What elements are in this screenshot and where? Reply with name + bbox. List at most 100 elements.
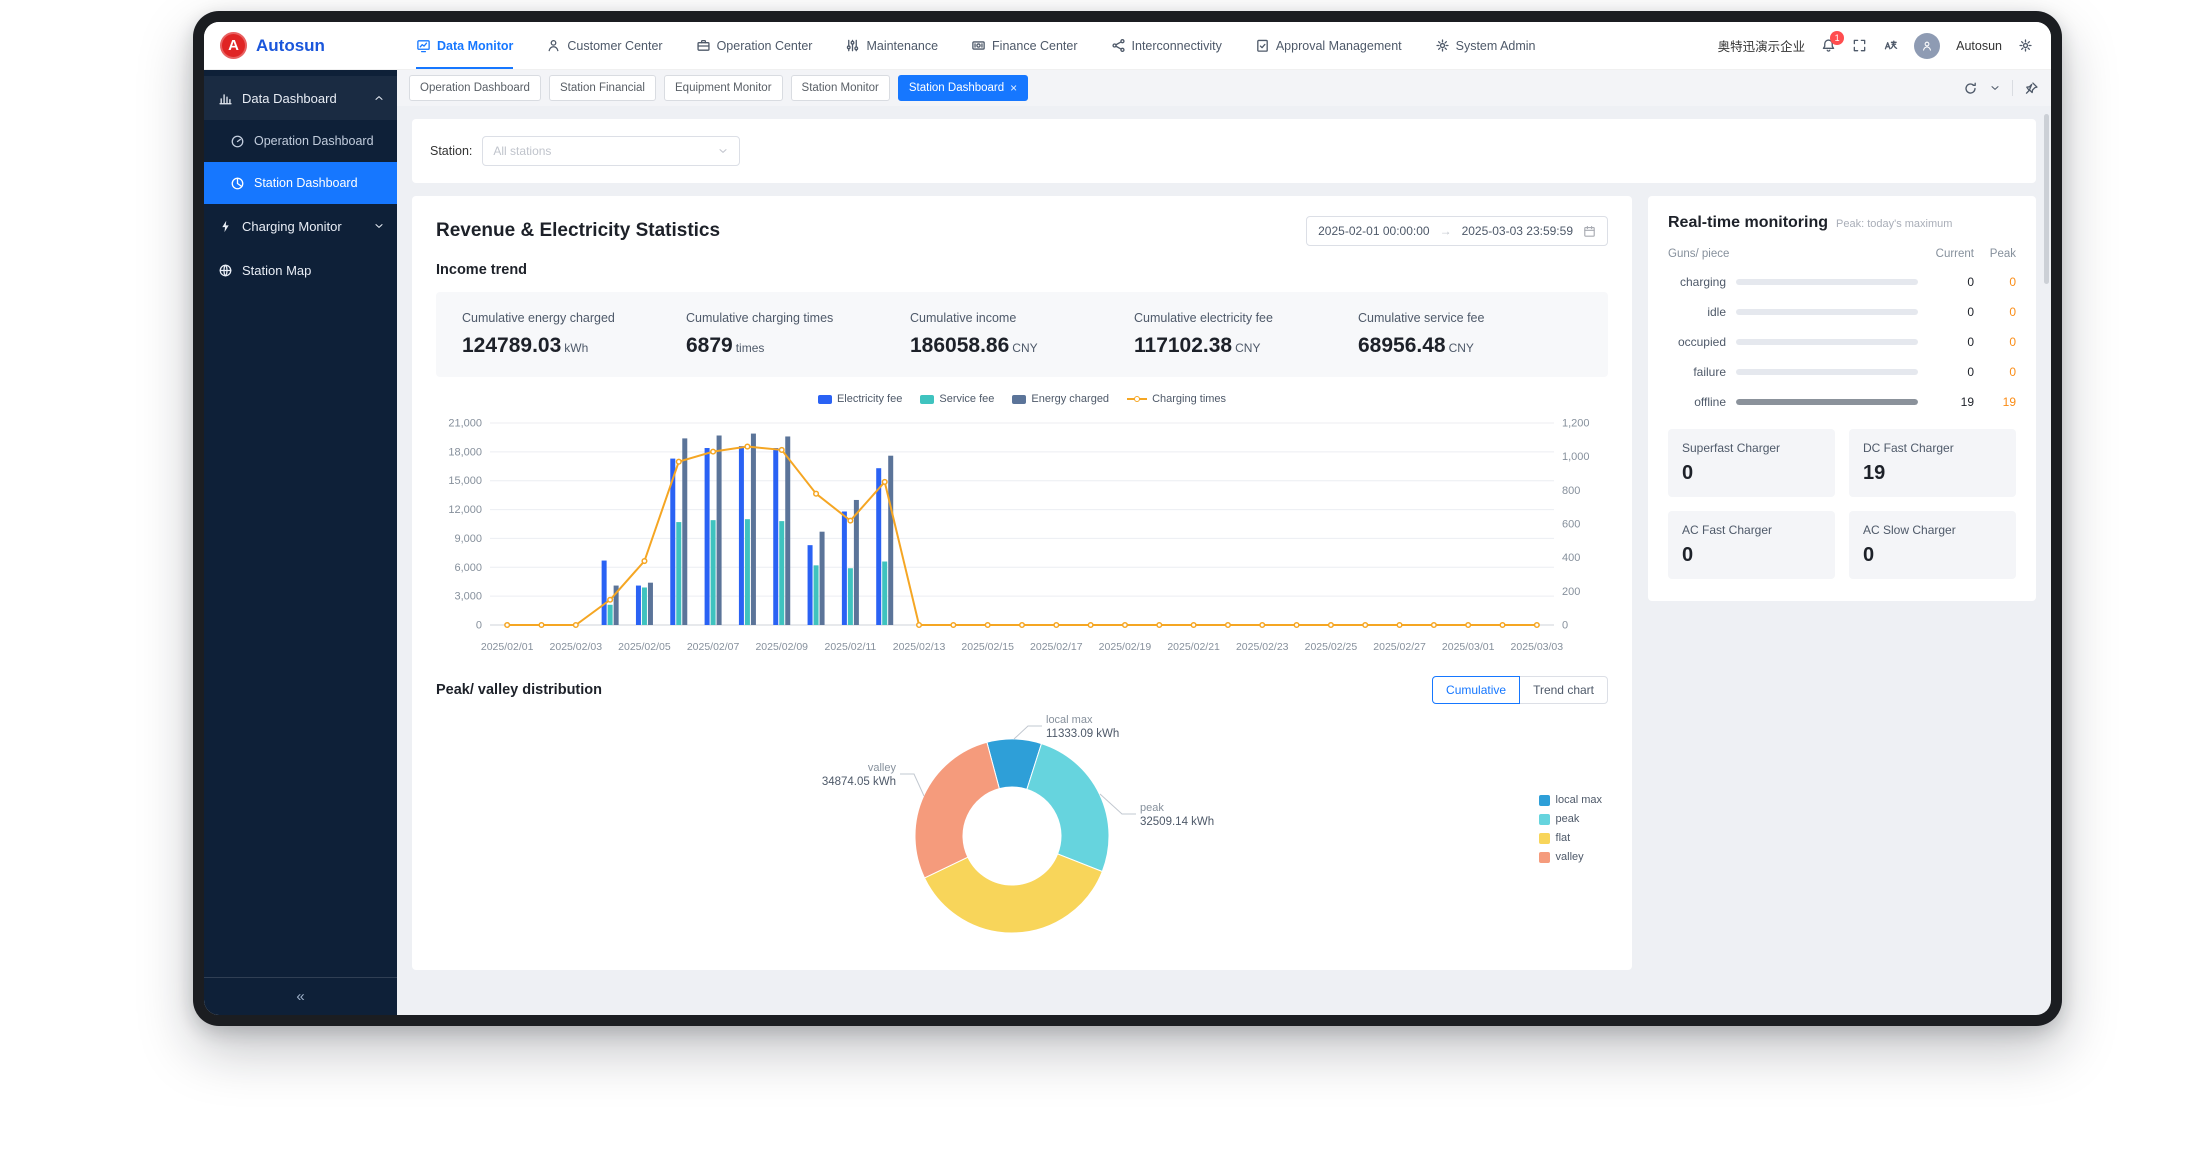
stat-electricity-fee: Cumulative electricity fee 117102.38CNY xyxy=(1134,311,1358,358)
stat-unit: kWh xyxy=(564,341,588,355)
lightning-icon xyxy=(218,219,233,234)
legend-charging-times[interactable]: Charging times xyxy=(1127,393,1226,405)
svg-text:1,000: 1,000 xyxy=(1562,451,1590,463)
station-filter-label: Station: xyxy=(430,144,472,158)
current-value: 0 xyxy=(1928,365,1974,379)
avatar-person-icon xyxy=(1921,40,1933,52)
current-value: 0 xyxy=(1928,305,1974,319)
brand[interactable]: A Autosun xyxy=(220,32,416,59)
tab-equipment-monitor[interactable]: Equipment Monitor xyxy=(664,75,783,101)
tab-operation-dashboard[interactable]: Operation Dashboard xyxy=(409,75,541,101)
bell-icon[interactable]: 1 xyxy=(1821,38,1836,53)
pin-icon[interactable] xyxy=(2024,81,2039,96)
svg-text:2025/02/25: 2025/02/25 xyxy=(1305,641,1358,653)
monitoring-subtitle: Peak: today's maximum xyxy=(1836,218,1952,230)
tab-bar: Operation Dashboard Station Financial Eq… xyxy=(397,70,2051,106)
nav-label: Interconnectivity xyxy=(1132,39,1222,53)
monitoring-card: Real-time monitoring Peak: today's maxim… xyxy=(1648,196,2036,601)
company-name[interactable]: 奥特迅演示企业 xyxy=(1718,36,1806,55)
tab-station-dashboard[interactable]: Station Dashboard × xyxy=(898,75,1028,101)
row-label: occupied xyxy=(1668,335,1726,349)
app-window: A Autosun Data Monitor Customer Center O… xyxy=(204,22,2051,1015)
nav-operation-center[interactable]: Operation Center xyxy=(696,22,813,69)
sliders-icon xyxy=(845,38,860,53)
progress-track xyxy=(1736,309,1918,315)
svg-text:2025/02/07: 2025/02/07 xyxy=(687,641,740,653)
legend-swatch xyxy=(1539,814,1550,825)
svg-text:34874.05 kWh: 34874.05 kWh xyxy=(822,776,896,788)
translate-icon[interactable] xyxy=(1883,38,1898,53)
legend-line-swatch xyxy=(1127,398,1147,400)
top-bar: A Autosun Data Monitor Customer Center O… xyxy=(204,22,2051,70)
current-value: 0 xyxy=(1928,275,1974,289)
current-value: 19 xyxy=(1928,395,1974,409)
legend-flat[interactable]: flat xyxy=(1539,832,1602,844)
legend-electricity-fee[interactable]: Electricity fee xyxy=(818,393,902,405)
legend-local-max[interactable]: local max xyxy=(1539,794,1602,806)
person-icon xyxy=(546,38,561,53)
charger-type-grid: Superfast Charger 0 DC Fast Charger 19 A… xyxy=(1668,429,2016,579)
chevron-down-icon[interactable] xyxy=(1989,82,2001,94)
nav-approval-management[interactable]: Approval Management xyxy=(1255,22,1402,69)
column-current: Current xyxy=(1918,248,1974,260)
stat-label: Cumulative income xyxy=(910,311,1134,325)
nav-system-admin[interactable]: System Admin xyxy=(1435,22,1536,69)
close-icon[interactable]: × xyxy=(1010,82,1017,94)
legend-valley[interactable]: valley xyxy=(1539,851,1602,863)
nav-finance-center[interactable]: Finance Center xyxy=(971,22,1077,69)
stat-unit: CNY xyxy=(1012,341,1037,355)
progress-track xyxy=(1736,369,1918,375)
banknote-icon xyxy=(971,38,986,53)
stat-value: 186058.86 xyxy=(910,334,1009,357)
stat-energy-charged: Cumulative energy charged 124789.03kWh xyxy=(462,311,686,358)
svg-text:11333.09 kWh: 11333.09 kWh xyxy=(1046,728,1119,740)
refresh-icon[interactable] xyxy=(1963,81,1978,96)
nav-data-monitor[interactable]: Data Monitor xyxy=(416,22,513,69)
legend-peak[interactable]: peak xyxy=(1539,813,1602,825)
progress-track xyxy=(1736,399,1918,405)
box-ac-fast-charger: AC Fast Charger 0 xyxy=(1668,511,1835,579)
sidebar-collapse-button[interactable]: « xyxy=(204,977,397,1015)
tab-label: Equipment Monitor xyxy=(675,82,772,94)
scrollbar[interactable] xyxy=(2044,114,2049,284)
monitoring-title: Real-time monitoring xyxy=(1668,214,1828,232)
pie-chart-icon xyxy=(230,176,245,191)
trend-chart-button[interactable]: Trend chart xyxy=(1519,676,1608,704)
date-range-picker[interactable]: 2025-02-01 00:00:00 → 2025-03-03 23:59:5… xyxy=(1306,216,1608,246)
sidebar-group-data-dashboard[interactable]: Data Dashboard xyxy=(204,76,397,120)
tab-station-financial[interactable]: Station Financial xyxy=(549,75,656,101)
monitor-row-occupied: occupied 0 0 xyxy=(1668,335,2016,349)
fullscreen-icon[interactable] xyxy=(1852,38,1867,53)
legend-service-fee[interactable]: Service fee xyxy=(920,393,994,405)
cumulative-button[interactable]: Cumulative xyxy=(1432,676,1520,704)
sidebar-item-operation-dashboard[interactable]: Operation Dashboard xyxy=(204,120,397,162)
user-name[interactable]: Autosun xyxy=(1956,39,2002,53)
nav-maintenance[interactable]: Maintenance xyxy=(845,22,938,69)
progress-fill xyxy=(1736,399,1918,405)
legend-energy-charged[interactable]: Energy charged xyxy=(1012,393,1109,405)
avatar[interactable] xyxy=(1914,33,1940,59)
nav-customer-center[interactable]: Customer Center xyxy=(546,22,662,69)
svg-text:2025/02/15: 2025/02/15 xyxy=(961,641,1014,653)
peak-value: 0 xyxy=(1984,335,2016,349)
briefcase-icon xyxy=(696,38,711,53)
sidebar-item-station-map[interactable]: Station Map xyxy=(204,248,397,292)
box-value: 0 xyxy=(1682,462,1821,485)
monitor-chart-icon xyxy=(416,38,431,53)
box-value: 0 xyxy=(1863,544,2002,567)
stat-value: 6879 xyxy=(686,334,733,357)
sidebar-item-station-dashboard[interactable]: Station Dashboard xyxy=(204,162,397,204)
box-value: 19 xyxy=(1863,462,2002,485)
box-value: 0 xyxy=(1682,544,1821,567)
svg-text:2025/02/21: 2025/02/21 xyxy=(1167,641,1220,653)
svg-text:valley: valley xyxy=(868,762,897,774)
station-filter-card: Station: All stations xyxy=(412,119,2036,183)
sidebar-group-charging-monitor[interactable]: Charging Monitor xyxy=(204,204,397,248)
tab-station-monitor[interactable]: Station Monitor xyxy=(791,75,890,101)
station-select[interactable]: All stations xyxy=(482,136,740,166)
box-superfast-charger: Superfast Charger 0 xyxy=(1668,429,1835,497)
nav-interconnectivity[interactable]: Interconnectivity xyxy=(1111,22,1222,69)
progress-track xyxy=(1736,339,1918,345)
settings-gear-icon[interactable] xyxy=(2018,38,2033,53)
legend-label: peak xyxy=(1556,813,1580,825)
